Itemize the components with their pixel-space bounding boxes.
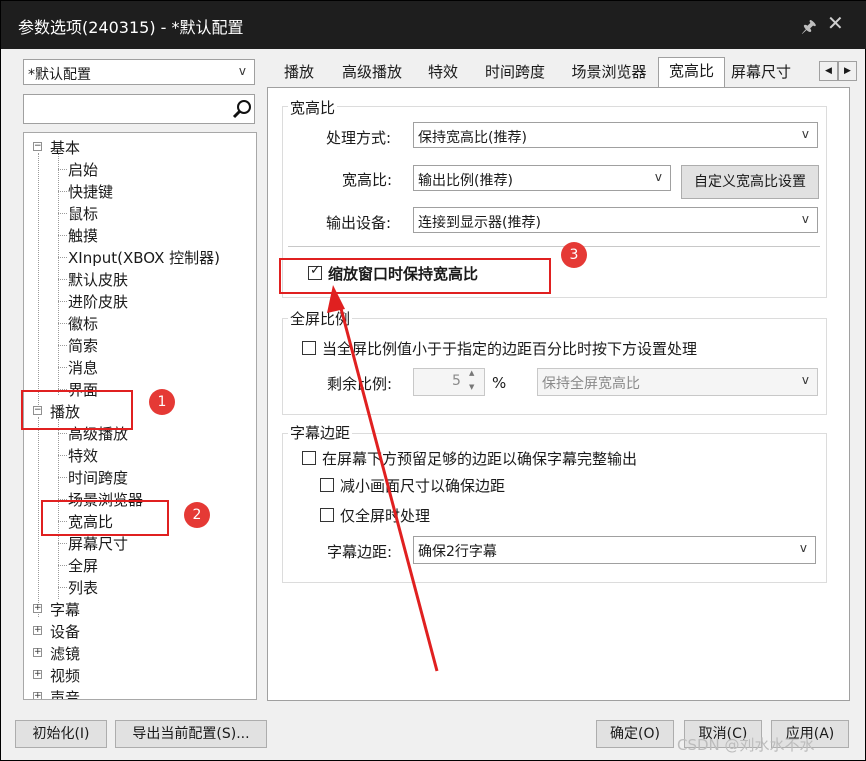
annotation-arrow (327, 285, 439, 672)
preferences-window: 参数选项(240315) - *默认配置 🖈 ✕ *默认配置 v − 基本 启始… (0, 0, 866, 761)
watermark: CSDN @刘水水不水 (677, 736, 815, 754)
